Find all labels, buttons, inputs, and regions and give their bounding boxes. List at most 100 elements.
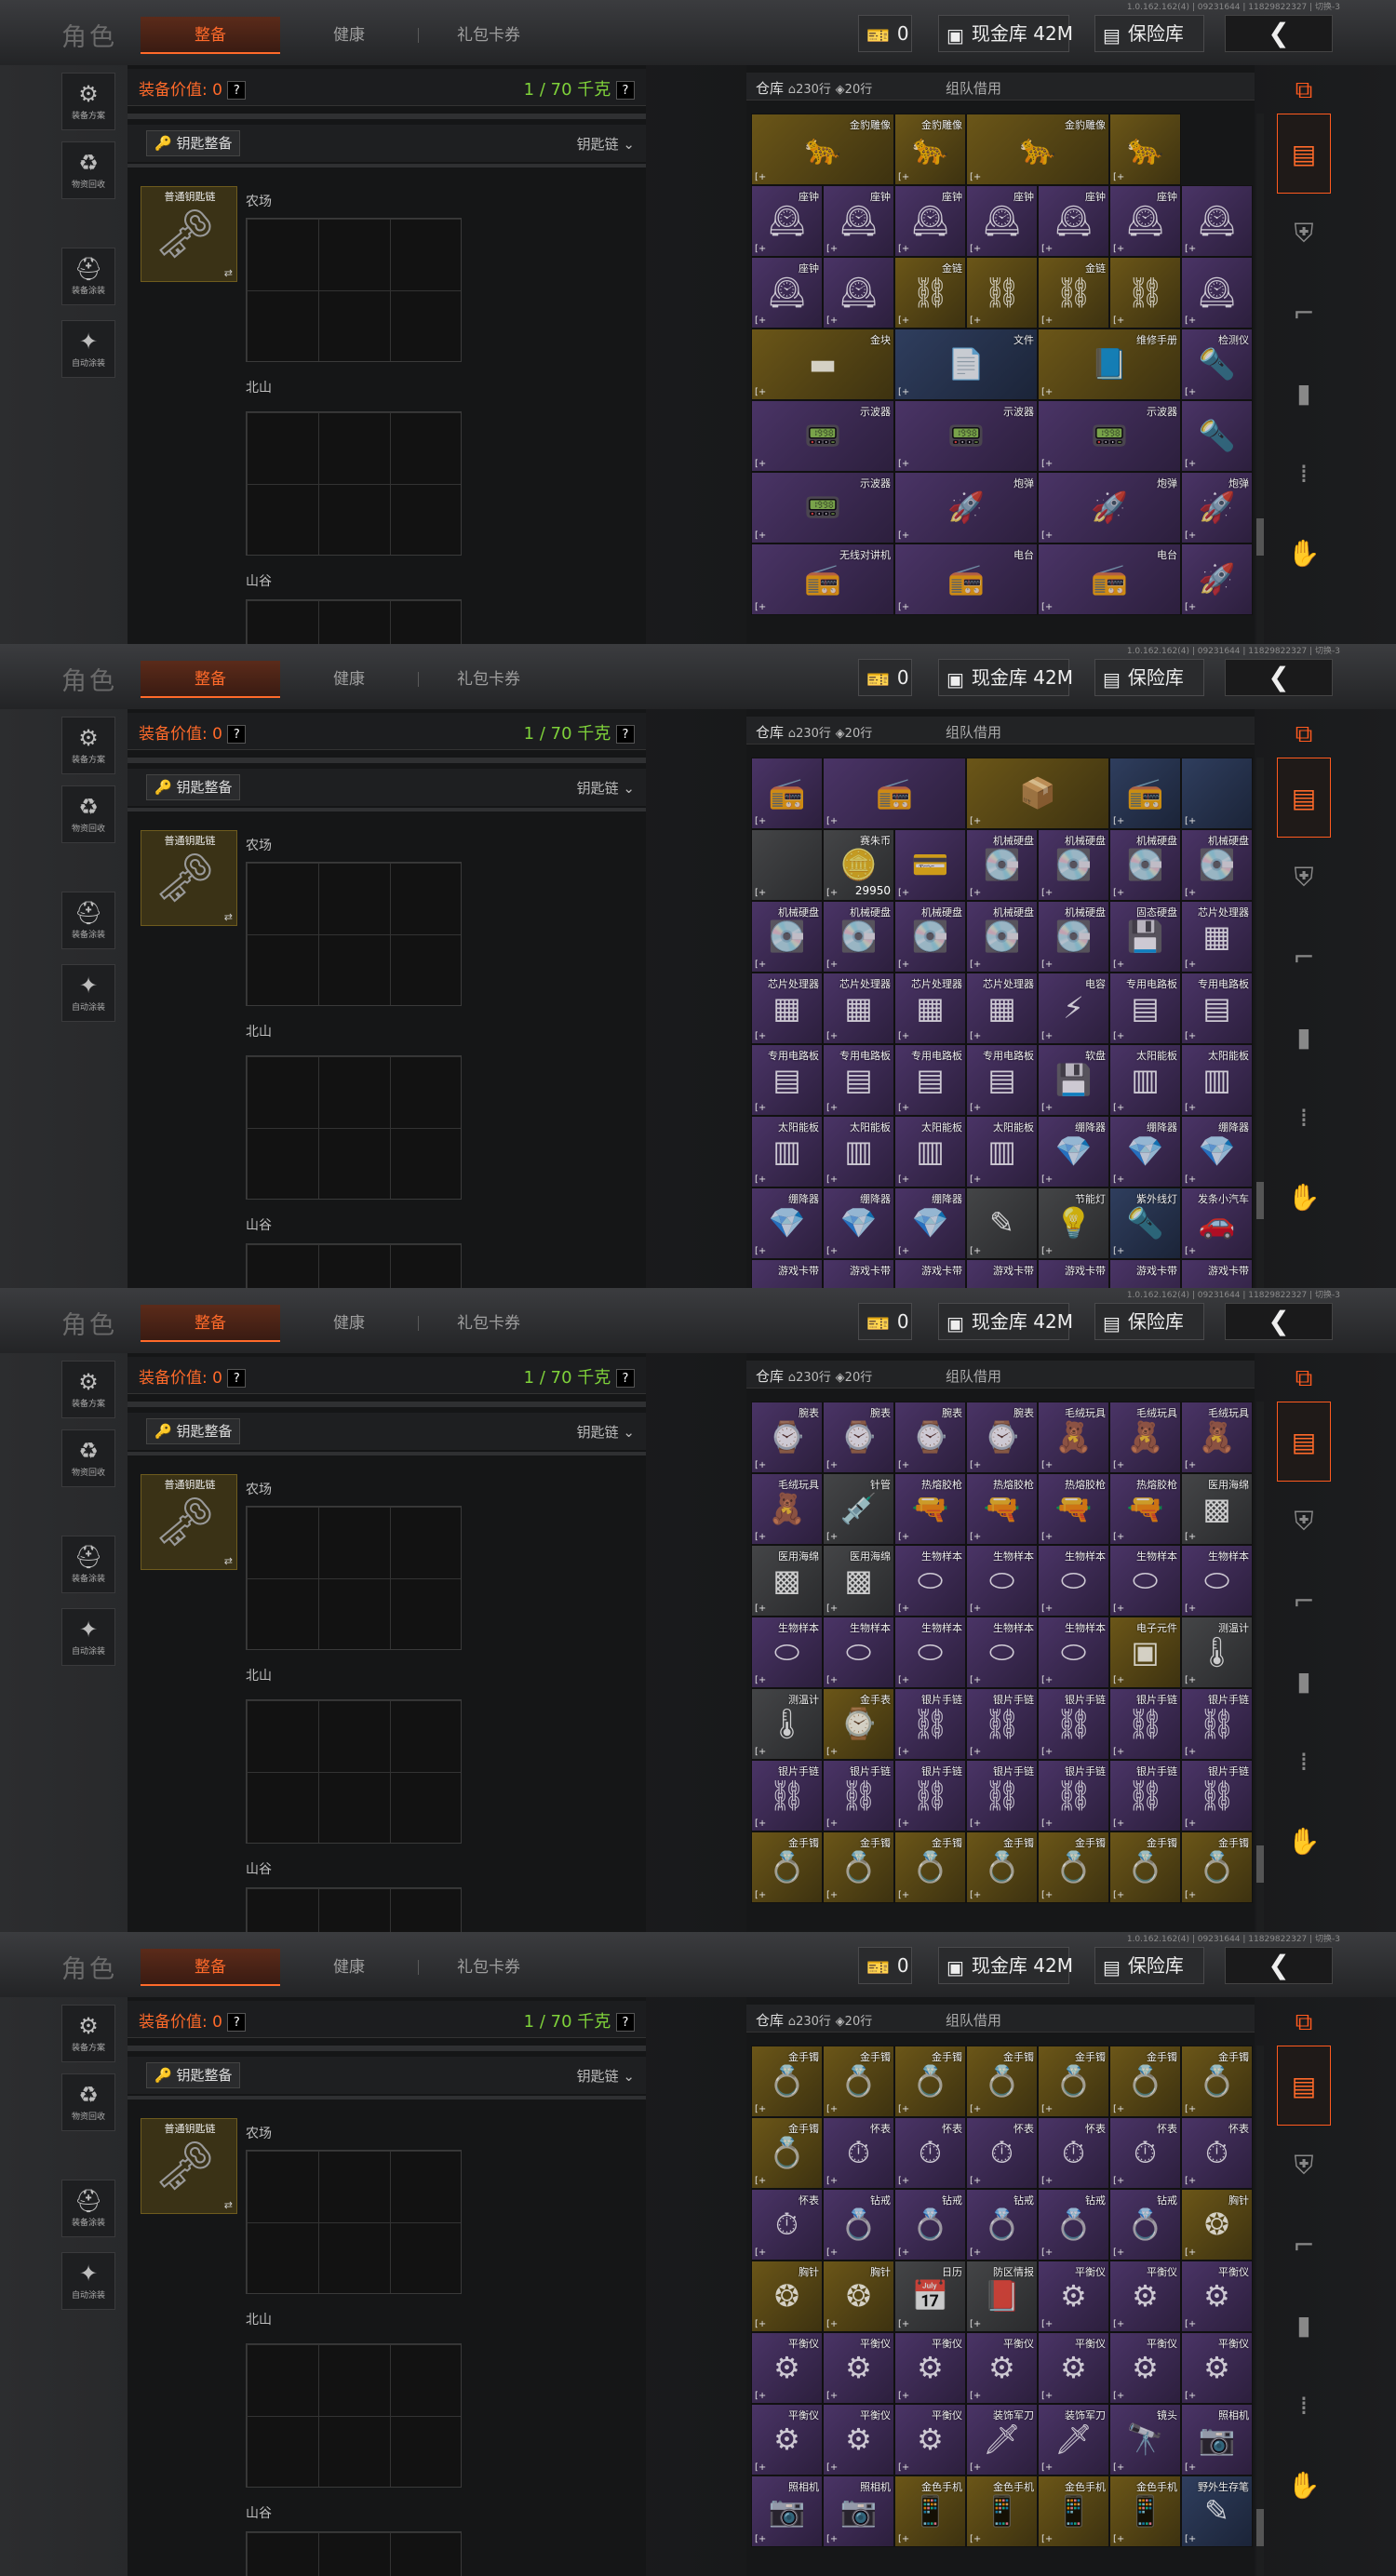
key-grid-north-mountain[interactable] bbox=[246, 1055, 462, 1200]
key-grid-valley[interactable] bbox=[246, 1887, 462, 1932]
stash-item[interactable]: 📻 [+ bbox=[751, 758, 823, 829]
stash-item[interactable]: ⛓ 银片手链 [+ bbox=[823, 1760, 894, 1831]
stash-item[interactable]: ▩ 医用海绵 [+ bbox=[1181, 1473, 1253, 1545]
stash-item[interactable]: ⚙ 平衡仪 [+ bbox=[1109, 2332, 1181, 2404]
category-magazine-icon[interactable]: ▮ bbox=[1277, 1642, 1331, 1722]
stash-item[interactable]: 📘 维修手册 [+ bbox=[1038, 329, 1181, 400]
keychain-dropdown[interactable]: 钥匙链 ⌄ bbox=[577, 778, 635, 798]
stash-item[interactable]: 🕰 座钟 [+ bbox=[823, 185, 894, 257]
stash-item[interactable]: ⛓ 银片手链 [+ bbox=[1181, 1760, 1253, 1831]
stash-item[interactable]: 🧸 毛绒玩具 [+ bbox=[1038, 1402, 1109, 1473]
stash-item[interactable]: 💍 钻戒 [+ bbox=[966, 2189, 1038, 2261]
stash-item[interactable]: ⏱ 怀表 [+ bbox=[823, 2117, 894, 2189]
stash-item[interactable]: 💍 金手镯 [+ bbox=[894, 1831, 966, 1903]
stash-item[interactable]: ⏱ 怀表 [+ bbox=[966, 2117, 1038, 2189]
recycle-button[interactable]: ♻ 物资回收 bbox=[61, 785, 115, 843]
category-armor-icon[interactable]: ⛨ bbox=[1277, 194, 1331, 274]
tab-loadout[interactable]: 整备 bbox=[141, 1949, 280, 1986]
stash-item[interactable]: 🚀 炮弹 [+ bbox=[894, 472, 1038, 543]
key-grid-north-mountain[interactable] bbox=[246, 2343, 462, 2488]
team-borrow-tab[interactable]: 组队借用 bbox=[946, 78, 1001, 98]
paint-button[interactable]: ⛑ 装备涂装 bbox=[61, 892, 115, 949]
stash-item[interactable]: 🕰 [+ bbox=[1181, 185, 1253, 257]
stash-item[interactable]: ⏱ 怀表 [+ bbox=[894, 2117, 966, 2189]
stash-item[interactable]: 💍 金手镯 [+ bbox=[1181, 1831, 1253, 1903]
back-button[interactable]: ❮ bbox=[1225, 1303, 1333, 1340]
stash-item[interactable]: 💍 钻戒 [+ bbox=[823, 2189, 894, 2261]
loadout-plan-button[interactable]: ⚙ 装备方案 bbox=[61, 2005, 115, 2062]
stash-item[interactable]: ⌚ 腕表 [+ bbox=[966, 1402, 1038, 1473]
stash-item[interactable]: 🐆 金豹雕像 [+ bbox=[894, 114, 966, 185]
stash-item[interactable]: 💎 绷降器 [+ bbox=[1109, 1116, 1181, 1187]
stash-item[interactable]: 📱 金色手机 [+ bbox=[966, 2475, 1038, 2547]
coupon-counter[interactable]: 🎫 0 bbox=[858, 659, 912, 696]
stash-item[interactable]: 💉 针管 [+ bbox=[823, 1473, 894, 1545]
stash-item[interactable]: ▥ 太阳能板 [+ bbox=[751, 1116, 823, 1187]
stash-item[interactable]: 📟 示波器 [+ bbox=[751, 400, 894, 472]
stash-item[interactable]: 💎 绷降器 [+ bbox=[751, 1187, 823, 1259]
stash-item[interactable]: ⌚ 金手表 [+ bbox=[823, 1688, 894, 1760]
paint-button[interactable]: ⛑ 装备涂装 bbox=[61, 1536, 115, 1593]
swap-icon[interactable]: ⇄ bbox=[224, 267, 233, 279]
stash-item[interactable]: [+ bbox=[751, 829, 823, 901]
stash-item[interactable]: 📱 金色手机 [+ bbox=[1109, 2475, 1181, 2547]
key-grid-farm[interactable] bbox=[246, 862, 462, 1006]
stash-item[interactable]: ▦ 芯片处理器 [+ bbox=[894, 973, 966, 1044]
stash-item[interactable]: 🔫 热熔胶枪 [+ bbox=[1038, 1473, 1109, 1545]
key-loadout-button[interactable]: 🔑 钥匙整备 bbox=[146, 1418, 241, 1444]
stash-item[interactable]: 🌡 测温计 [+ bbox=[1181, 1617, 1253, 1688]
stash-item[interactable]: ▬ 金块 [+ bbox=[751, 329, 894, 400]
stash-item[interactable]: 💍 钻戒 [+ bbox=[1109, 2189, 1181, 2261]
keychain-slot[interactable]: 普通钥匙链 🗝 ⇄ bbox=[141, 830, 237, 926]
keychain-slot[interactable]: 普通钥匙链 🗝 ⇄ bbox=[141, 186, 237, 282]
stash-item[interactable]: 🚀 炮弹 [+ bbox=[1038, 472, 1181, 543]
tab-health[interactable]: 健康 bbox=[280, 1305, 418, 1342]
key-grid-farm[interactable] bbox=[246, 1506, 462, 1650]
stash-item[interactable]: 🌡 测温计 [+ bbox=[751, 1688, 823, 1760]
stash-item[interactable]: 💡 节能灯 [+ bbox=[1038, 1187, 1109, 1259]
stash-item[interactable]: 🧸 毛绒玩具 [+ bbox=[751, 1473, 823, 1545]
stash-item[interactable]: ⏱ 怀表 [+ bbox=[751, 2189, 823, 2261]
stash-item[interactable]: ⬭ 生物样本 [+ bbox=[894, 1617, 966, 1688]
stash-item[interactable]: 🔭 镜头 [+ bbox=[1109, 2404, 1181, 2475]
stash-item[interactable]: 🕰 座钟 [+ bbox=[751, 185, 823, 257]
tab-health[interactable]: 健康 bbox=[280, 661, 418, 698]
stash-item[interactable]: 📻 电台 [+ bbox=[894, 543, 1038, 615]
category-rifle-icon[interactable]: ⌐ bbox=[1277, 1562, 1331, 1642]
stash-item[interactable]: ▤ 专用电路板 [+ bbox=[1109, 973, 1181, 1044]
swap-icon[interactable]: ⇄ bbox=[224, 911, 233, 923]
stash-item[interactable]: ⛓ 银片手链 [+ bbox=[1181, 1688, 1253, 1760]
stash-item[interactable]: 💽 机械硬盘 [+ bbox=[1038, 829, 1109, 901]
stash-item[interactable]: 💎 绷降器 [+ bbox=[894, 1187, 966, 1259]
key-grid-north-mountain[interactable] bbox=[246, 411, 462, 556]
stash-item[interactable]: 📷 照相机 [+ bbox=[823, 2475, 894, 2547]
stash-item[interactable]: ⬭ 生物样本 [+ bbox=[751, 1617, 823, 1688]
team-borrow-tab[interactable]: 组队借用 bbox=[946, 722, 1001, 742]
stash-item[interactable]: ⚙ 平衡仪 [+ bbox=[966, 2332, 1038, 2404]
keychain-dropdown[interactable]: 钥匙链 ⌄ bbox=[577, 134, 635, 154]
stash-item[interactable]: 🕰 座钟 [+ bbox=[894, 185, 966, 257]
stash-item[interactable]: ▥ 太阳能板 [+ bbox=[823, 1116, 894, 1187]
stash-item[interactable]: 📦 [+ bbox=[966, 758, 1109, 829]
help-icon[interactable]: ? bbox=[227, 1369, 247, 1388]
scrollbar-thumb[interactable] bbox=[1256, 1845, 1264, 1883]
stash-item[interactable]: [+ bbox=[1181, 758, 1253, 829]
help-icon[interactable]: ? bbox=[227, 725, 247, 744]
key-loadout-button[interactable]: 🔑 钥匙整备 bbox=[146, 774, 241, 800]
stash-item[interactable]: ⛓ 银片手链 [+ bbox=[894, 1760, 966, 1831]
stash-item[interactable]: ⌚ 腕表 [+ bbox=[751, 1402, 823, 1473]
stash-item[interactable]: ▤ 专用电路板 [+ bbox=[751, 1044, 823, 1116]
category-all-icon[interactable]: ▤ bbox=[1277, 1402, 1331, 1482]
stash-scrollbar[interactable] bbox=[1256, 114, 1264, 644]
stash-item[interactable]: ⌚ 腕表 [+ bbox=[823, 1402, 894, 1473]
tab-gift-cards[interactable]: 礼包卡券 bbox=[419, 1949, 558, 1986]
stash-item[interactable]: ⬭ 生物样本 [+ bbox=[1181, 1545, 1253, 1617]
stash-item[interactable]: ⛓ 金链 [+ bbox=[894, 257, 966, 329]
stash-item[interactable]: 💾 固态硬盘 [+ bbox=[1109, 901, 1181, 973]
stash-item[interactable]: ⚙ 平衡仪 [+ bbox=[894, 2332, 966, 2404]
cash-vault-button[interactable]: ▣ 现金库 42M bbox=[938, 15, 1073, 52]
stash-item[interactable]: ⚙ 平衡仪 [+ bbox=[1181, 2261, 1253, 2332]
stash-item[interactable]: 🐆 [+ bbox=[1109, 114, 1181, 185]
stash-item[interactable]: 📟 示波器 [+ bbox=[1038, 400, 1181, 472]
stash-item[interactable]: 🚀 [+ bbox=[1181, 543, 1253, 615]
